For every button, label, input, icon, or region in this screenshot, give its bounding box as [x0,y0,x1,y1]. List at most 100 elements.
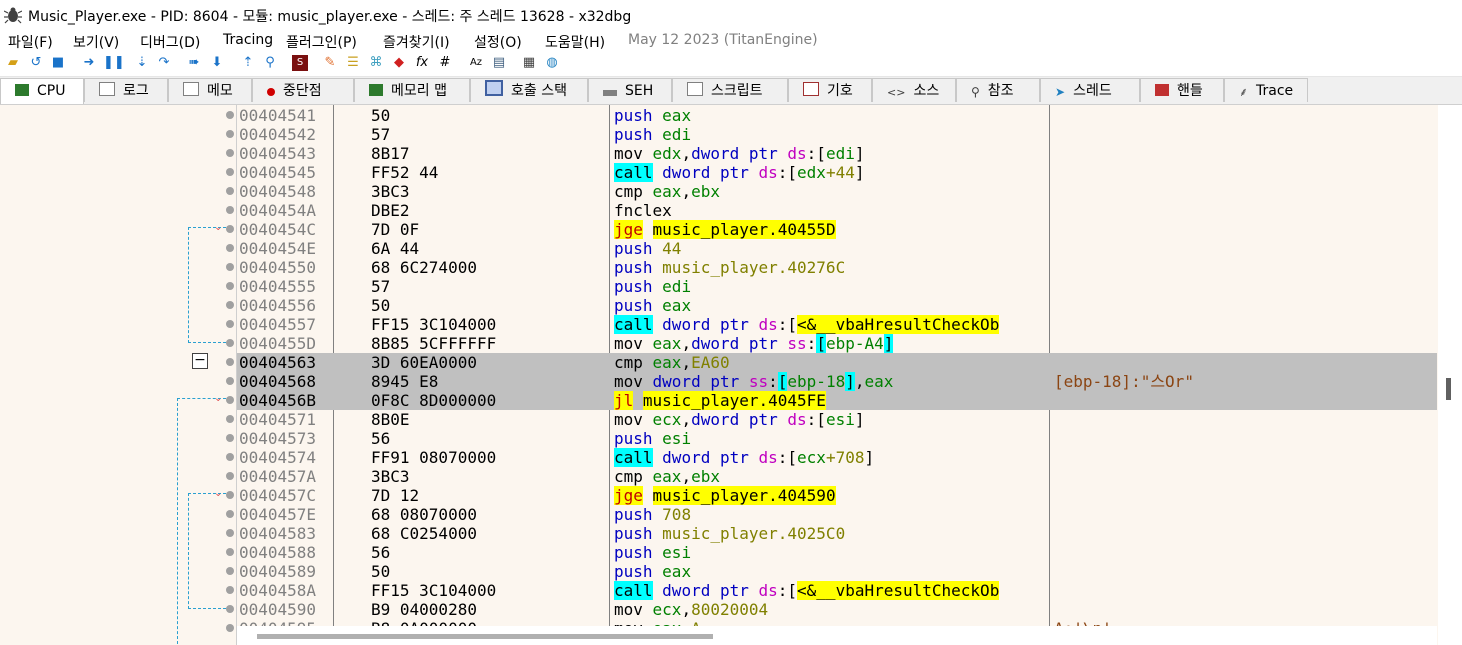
tab-memory-map[interactable]: 메모리 맵 [354,78,470,102]
instruction-row[interactable]: 00404571 8B0E mov ecx,dword ptr ds:[esi] [237,410,1437,429]
breakpoint-marker[interactable] [226,605,234,613]
menu-favourites[interactable]: 즐겨찾기(I) [383,32,450,52]
breakpoint-marker[interactable] [226,434,234,442]
patch-icon[interactable]: ✎ [322,55,338,71]
instruction-row[interactable]: 00404589 50 push eax [237,562,1437,581]
instruction-row[interactable]: 0040457E 68 08070000 push 708 [237,505,1437,524]
run-to-user-code-icon[interactable]: ⚲ [262,55,278,71]
breakpoint-marker[interactable] [226,415,234,423]
breakpoint-marker[interactable] [226,206,234,214]
horizontal-scrollbar[interactable] [237,626,1437,645]
tab-log[interactable]: 로그 [84,78,168,102]
instruction-row[interactable]: 00404550 68 6C274000 push music_player.402… [237,258,1437,277]
instruction-row[interactable]: 00404556 50 push eax [237,296,1437,315]
restart-icon[interactable]: ↺ [28,55,44,71]
memory-icon[interactable]: ▦ [521,55,537,71]
collapse-toggle[interactable]: − [192,353,208,369]
breakpoint-marker[interactable] [226,358,234,366]
calculator-icon[interactable]: ▤ [491,55,507,71]
hash-icon[interactable]: # [437,55,453,71]
tab-references[interactable]: ⚲ 참조 [956,78,1040,102]
instruction-row[interactable]: 0040455D 8B85 5CFFFFFF mov eax,dword ptr s… [237,334,1437,353]
tab-trace[interactable]: ⸙ Trace [1224,78,1308,102]
step-into-icon[interactable]: ⇣ [134,55,150,71]
menu-debug[interactable]: 디버그(D) [140,32,200,52]
comments-icon[interactable]: ☰ [345,55,361,71]
breakpoint-marker[interactable] [226,586,234,594]
tab-seh[interactable]: SEH [588,78,672,102]
instruction-row[interactable]: 00404583 68 C0254000 push music_player.402… [237,524,1437,543]
breakpoint-marker[interactable] [226,244,234,252]
run-icon[interactable]: ➜ [81,55,97,71]
breakpoint-marker[interactable] [226,187,234,195]
instruction-row[interactable]: 00404563 3D 60EA0000 cmp eax,EA60 [237,353,1437,372]
breakpoint-marker[interactable] [226,453,234,461]
tab-script[interactable]: 스크립트 [672,78,788,102]
breakpoint-marker[interactable] [226,282,234,290]
menu-view[interactable]: 보기(V) [73,32,119,52]
vertical-scrollbar[interactable] [1438,105,1462,645]
instruction-row[interactable]: 0040454C 7D 0F jge music_player.40455D [237,220,1437,239]
menu-tracing[interactable]: Tracing [223,32,273,48]
tab-call-stack[interactable]: 호출 스택 [470,78,588,102]
font-icon[interactable]: Az [468,55,484,71]
instruction-row[interactable]: 0040454E 6A 44 push 44 [237,239,1437,258]
tab-notes[interactable]: 메모 [168,78,252,102]
trace-into-icon[interactable]: ➠ [186,55,202,71]
functions-icon[interactable]: fx [414,55,430,71]
instruction-row[interactable]: 0040457A 3BC3 cmp eax,ebx [237,467,1437,486]
tab-threads[interactable]: ➤ 스레드 [1040,78,1140,102]
breakpoint-marker[interactable] [226,301,234,309]
scrollbar-thumb[interactable] [257,634,713,639]
breakpoint-marker[interactable] [226,320,234,328]
instruction-row[interactable]: 00404543 8B17 mov edx,dword ptr ds:[edi] [237,144,1437,163]
tab-cpu[interactable]: CPU [0,78,84,104]
open-icon[interactable]: ▰ [5,55,21,71]
breakpoint-marker[interactable] [226,168,234,176]
breakpoint-marker[interactable] [226,624,234,632]
disassembly-listing[interactable]: 00404541 50 push eax 00404542 57 push edi 0040… [237,105,1437,626]
instruction-row[interactable]: 00404573 56 push esi [237,429,1437,448]
execute-till-return-icon[interactable]: ⇡ [240,55,256,71]
menu-options[interactable]: 설정(O) [474,32,522,52]
instruction-row[interactable]: 00404542 57 push edi [237,125,1437,144]
tab-source[interactable]: <> 소스 [872,78,956,102]
instruction-row[interactable]: 00404545 FF52 44 call dword ptr ds:[edx+44… [237,163,1437,182]
instruction-row[interactable]: 0040454A DBE2 fnclex [237,201,1437,220]
instruction-row[interactable]: 00404588 56 push esi [237,543,1437,562]
instruction-row[interactable]: 0040457C 7D 12 jge music_player.404590 [237,486,1437,505]
breakpoint-marker[interactable] [226,225,234,233]
breakpoint-marker[interactable] [226,567,234,575]
breakpoint-marker[interactable] [226,472,234,480]
instruction-row[interactable]: 00404595 B8 0A000000 mov eax,A A:'\n' [237,619,1437,626]
scrollbar-thumb[interactable] [1446,378,1451,400]
scylla-icon[interactable]: S [292,55,308,71]
breakpoint-marker[interactable] [226,377,234,385]
bookmarks-icon[interactable]: ◆ [391,55,407,71]
instruction-row[interactable]: 00404590 B9 04000280 mov ecx,80020004 [237,600,1437,619]
breakpoint-marker[interactable] [226,396,234,404]
breakpoint-marker[interactable] [226,491,234,499]
instruction-row[interactable]: 00404555 57 push edi [237,277,1437,296]
instruction-row[interactable]: 00404548 3BC3 cmp eax,ebx [237,182,1437,201]
instruction-row[interactable]: 00404557 FF15 3C104000 call dword ptr ds:[… [237,315,1437,334]
menu-help[interactable]: 도움말(H) [545,32,605,52]
stop-icon[interactable]: ■ [50,55,66,71]
breakpoint-marker[interactable] [226,149,234,157]
breakpoint-marker[interactable] [226,339,234,347]
instruction-row[interactable]: 0040456B 0F8C 8D000000 jl music_player.404… [237,391,1437,410]
globe-icon[interactable]: ◍ [544,55,560,71]
breakpoint-marker[interactable] [226,548,234,556]
breakpoint-marker[interactable] [226,510,234,518]
breakpoint-marker[interactable] [226,263,234,271]
breakpoint-marker[interactable] [226,130,234,138]
step-over-icon[interactable]: ↷ [156,55,172,71]
tab-handles[interactable]: 핸들 [1140,78,1224,102]
instruction-row[interactable]: 00404574 FF91 08070000 call dword ptr ds:[… [237,448,1437,467]
instruction-row[interactable]: 0040458A FF15 3C104000 call dword ptr ds:[… [237,581,1437,600]
breakpoint-marker[interactable] [226,111,234,119]
labels-icon[interactable]: ⌘ [368,55,384,71]
menu-plugins[interactable]: 플러그인(P) [286,32,357,52]
tab-symbols[interactable]: 기호 [788,78,872,102]
instruction-row[interactable]: 00404541 50 push eax [237,106,1437,125]
